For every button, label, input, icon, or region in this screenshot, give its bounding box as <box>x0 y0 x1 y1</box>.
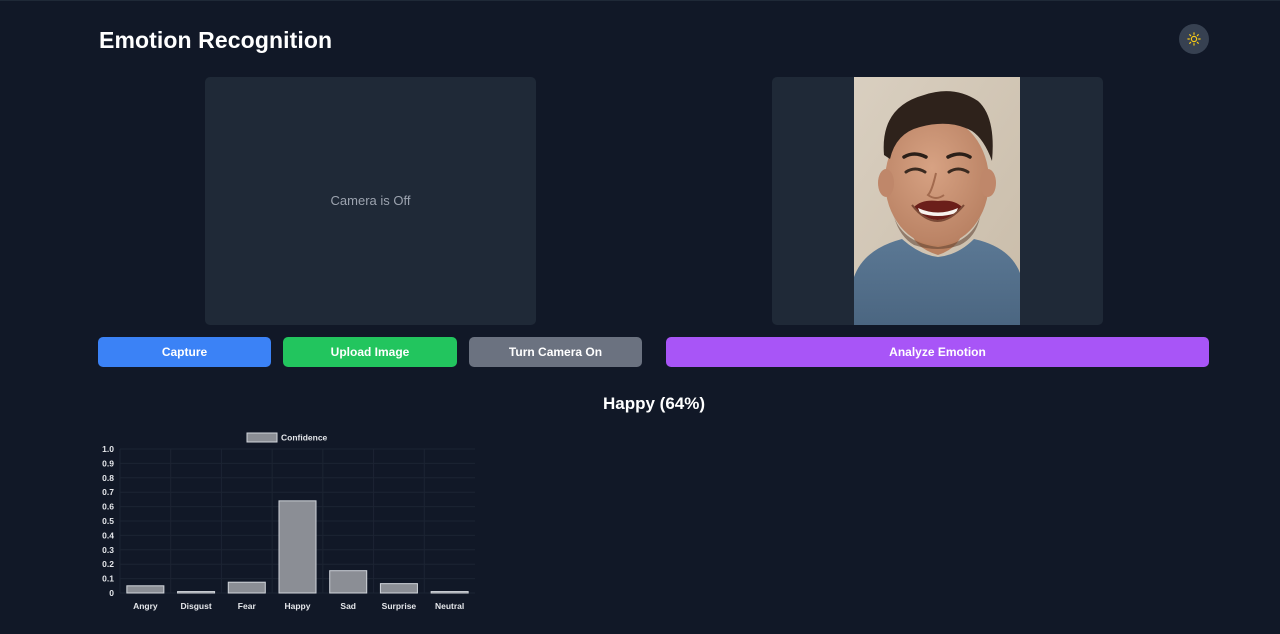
y-tick-label: 0 <box>109 588 114 598</box>
app-root: Emotion Recognition Camera is Off Captur… <box>0 0 1280 634</box>
y-tick-label: 0.1 <box>102 574 114 584</box>
capture-button[interactable]: Capture <box>98 337 271 367</box>
y-tick-label: 0.4 <box>102 530 114 540</box>
upload-image-button[interactable]: Upload Image <box>283 337 457 367</box>
x-tick-label: Surprise <box>382 601 417 611</box>
bar-sad <box>329 570 368 594</box>
y-tick-label: 0.8 <box>102 473 114 483</box>
sun-icon <box>1187 32 1201 46</box>
legend-swatch <box>246 432 278 443</box>
bar-fear <box>227 581 266 594</box>
x-tick-label: Sad <box>340 601 356 611</box>
bar-neutral <box>430 591 469 594</box>
captured-photo <box>854 77 1020 325</box>
y-tick-label: 0.7 <box>102 487 114 497</box>
bar-surprise <box>379 583 418 594</box>
page-title: Emotion Recognition <box>99 27 333 53</box>
bar-disgust <box>177 591 216 594</box>
y-tick-label: 0.5 <box>102 516 114 526</box>
confidence-bar-chart: 0 0.1 0.2 0.3 0.4 0.5 0.6 0.7 0.8 0.9 1.0 Angry Disg… <box>102 432 475 611</box>
theme-toggle-button[interactable] <box>1179 24 1209 54</box>
camera-status-text: Camera is Off <box>330 193 411 208</box>
y-tick-label: 0.6 <box>102 502 114 512</box>
y-tick-label: 1.0 <box>102 444 114 454</box>
y-tick-label: 0.2 <box>102 559 114 569</box>
image-preview-panel <box>772 77 1103 325</box>
y-tick-label: 0.9 <box>102 458 114 468</box>
turn-camera-on-button[interactable]: Turn Camera On <box>469 337 642 367</box>
x-tick-label: Neutral <box>435 601 464 611</box>
bar-angry <box>126 585 165 594</box>
analyze-emotion-button[interactable]: Analyze Emotion <box>666 337 1209 367</box>
y-tick-label: 0.3 <box>102 545 114 555</box>
emotion-result: Happy (64%) <box>602 394 706 413</box>
legend-label: Confidence <box>281 433 328 443</box>
x-tick-label: Happy <box>285 601 311 611</box>
bar-happy <box>278 500 317 594</box>
x-tick-label: Fear <box>238 601 257 611</box>
x-tick-label: Disgust <box>180 601 211 611</box>
x-tick-label: Angry <box>133 601 158 611</box>
camera-panel: Camera is Off <box>205 77 536 325</box>
